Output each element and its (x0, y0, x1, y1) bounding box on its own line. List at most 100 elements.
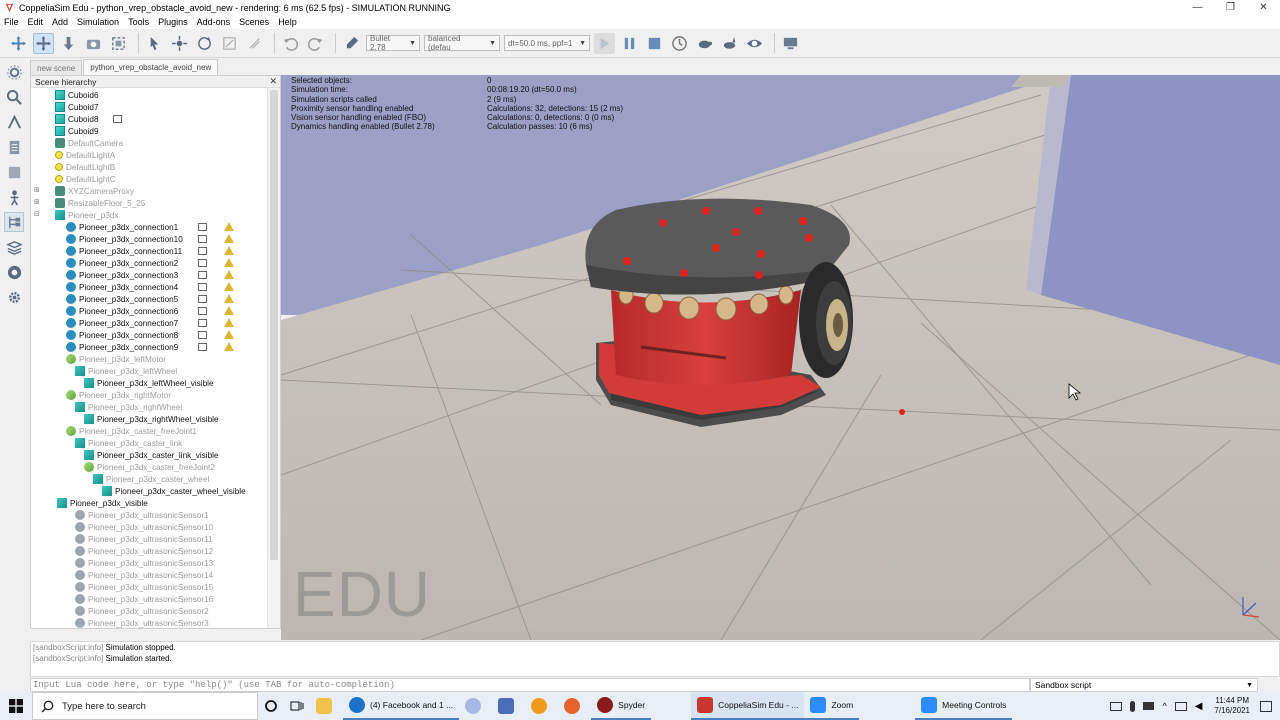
hierarchy-item[interactable]: Pioneer_p3dx_connection1 (66, 221, 178, 233)
hierarchy-item[interactable]: Pioneer_p3dx_ultrasonicSensor2 (75, 605, 209, 617)
hierarchy-item[interactable]: Pioneer_p3dx_ultrasonicSensor11 (75, 533, 213, 545)
volume-icon[interactable]: ◀ (1195, 701, 1203, 712)
hierarchy-item[interactable]: Cuboid6 (55, 89, 99, 101)
hierarchy-item[interactable]: Pioneer_p3dx_caster_link_visible (84, 449, 219, 461)
scene-hierarchy-toggle[interactable] (4, 212, 24, 232)
hierarchy-item[interactable]: Pioneer_p3dx_ultrasonicSensor10 (75, 521, 213, 533)
hierarchy-item[interactable]: Pioneer_p3dx_rightWheel (75, 401, 182, 413)
joint-button[interactable] (4, 112, 24, 132)
hierarchy-item[interactable]: XYZCameraProxy (55, 185, 134, 197)
hierarchy-item[interactable]: Pioneer_p3dx_connection3 (66, 269, 178, 281)
taskbar-zoom[interactable]: Zoom (804, 692, 860, 720)
object-shift-button[interactable] (169, 33, 190, 54)
hierarchy-item[interactable]: Pioneer_p3dx_ultrasonicSensor15 (75, 581, 213, 593)
hierarchy-item[interactable]: Pioneer_p3dx_ultrasonicSensor14 (75, 569, 213, 581)
script-icon[interactable] (198, 307, 207, 315)
assemble-button[interactable] (219, 33, 240, 54)
taskbar-app-blue[interactable] (459, 692, 492, 720)
menu-add[interactable]: Add (52, 17, 68, 27)
hierarchy-item[interactable]: DefaultLightC (55, 173, 116, 185)
hierarchy-item[interactable]: Pioneer_p3dx_caster_freeJoint2 (84, 461, 215, 473)
task-view-button[interactable] (284, 692, 310, 720)
transfer-dna-button[interactable] (244, 33, 265, 54)
menu-file[interactable]: File (4, 17, 19, 27)
taskbar-meeting-controls[interactable]: Meeting Controls (915, 692, 1013, 720)
hierarchy-item[interactable]: Cuboid8 (55, 113, 99, 125)
3d-viewport[interactable]: Selected objects: Simulation time: Simul… (281, 75, 1280, 640)
taskbar-coppeliasim[interactable]: CoppeliaSim Edu - ... (691, 692, 805, 720)
taskbar-app-orange[interactable] (525, 692, 558, 720)
model-browser-button[interactable] (4, 62, 24, 82)
hierarchy-item[interactable]: Pioneer_p3dx_leftMotor (66, 353, 166, 365)
camera-fit-button[interactable] (83, 33, 104, 54)
scene-setup-button[interactable] (780, 33, 801, 54)
settings-button[interactable] (4, 287, 24, 307)
hierarchy-item[interactable]: Pioneer_p3dx_caster_wheel (93, 473, 209, 485)
close-icon[interactable]: ✕ (269, 76, 277, 87)
speed-up-button[interactable] (719, 33, 740, 54)
expand-toggle-icon[interactable]: ⊞ (34, 186, 40, 194)
hierarchy-item[interactable]: Pioneer_p3dx_rightMotor (66, 389, 171, 401)
script-icon[interactable] (198, 259, 207, 267)
minimize-button[interactable]: — (1181, 0, 1214, 15)
hierarchy-item[interactable]: Pioneer_p3dx_connection4 (66, 281, 178, 293)
hierarchy-item[interactable]: Pioneer_p3dx_caster_link (75, 437, 182, 449)
physics-engine-select[interactable]: Bullet 2.78 ▼ (366, 34, 420, 52)
menu-tools[interactable]: Tools (128, 17, 149, 27)
zoom-button[interactable] (4, 87, 24, 107)
camera-shift-button[interactable] (58, 33, 79, 54)
menu-simulation[interactable]: Simulation (77, 17, 119, 27)
hierarchy-item[interactable]: Pioneer_p3dx_leftWheel (75, 365, 177, 377)
script-icon[interactable] (198, 235, 207, 243)
pause-simulation-button[interactable] (619, 33, 640, 54)
script-icon[interactable] (198, 319, 207, 327)
object-select-button[interactable] (144, 33, 165, 54)
accuracy-select[interactable]: balanced (defau ▼ (424, 34, 500, 52)
hierarchy-item[interactable]: Cuboid9 (55, 125, 99, 137)
notifications-icon[interactable] (1260, 700, 1272, 712)
hierarchy-item[interactable]: Pioneer_p3dx_leftWheel_visible (84, 377, 214, 389)
taskbar-edge[interactable]: (4) Facebook and 1 ... (343, 692, 460, 720)
object-properties-button[interactable] (4, 237, 24, 257)
menu-edit[interactable]: Edit (28, 17, 44, 27)
clock[interactable]: 11:44 PM 7/16/2021 (1214, 696, 1250, 716)
lua-command-input[interactable]: Input Lua code here, or type "help()" (u… (30, 678, 1030, 692)
hierarchy-item[interactable]: DefaultLightB (55, 161, 115, 173)
taskbar-calculator[interactable] (492, 692, 525, 720)
expand-toggle-icon[interactable]: ⊞ (34, 198, 40, 206)
scrollbar-thumb[interactable] (270, 90, 278, 560)
script-icon[interactable] (113, 115, 122, 123)
hierarchy-item[interactable]: Pioneer_p3dx_connection8 (66, 329, 178, 341)
expand-toggle-icon[interactable]: ⊟ (34, 210, 40, 218)
hierarchy-item[interactable]: Pioneer_p3dx_connection2 (66, 257, 178, 269)
visualization-toggle-button[interactable] (744, 33, 765, 54)
hierarchy-item[interactable]: Pioneer_p3dx_visible (57, 497, 148, 509)
hierarchy-item[interactable]: Pioneer_p3dx_ultrasonicSensor16 (75, 593, 213, 605)
taskbar-spyder[interactable]: Spyder (591, 692, 652, 720)
hierarchy-item[interactable]: Pioneer_p3dx_connection6 (66, 305, 178, 317)
calculation-modules-button[interactable] (4, 262, 24, 282)
hierarchy-item[interactable]: Pioneer_p3dx_caster_freeJoint1 (66, 425, 197, 437)
timestep-select[interactable]: dt=50.0 ms, ppf=1 ▼ (504, 35, 590, 51)
script-icon[interactable] (198, 223, 207, 231)
hierarchy-item[interactable]: ResizableFloor_5_25 (55, 197, 145, 209)
camera-rotate-button[interactable] (33, 32, 54, 54)
realtime-mode-button[interactable] (669, 33, 690, 54)
close-button[interactable]: ✕ (1247, 0, 1280, 15)
hierarchy-item[interactable]: Pioneer_p3dx_ultrasonicSensor13 (75, 557, 213, 569)
hierarchy-item[interactable]: Pioneer_p3dx_caster_wheel_visible (102, 485, 246, 497)
tab-current-scene[interactable]: python_vrep_obstacle_avoid_new (83, 59, 219, 75)
hierarchy-item[interactable]: DefaultLightA (55, 149, 115, 161)
camera-pan-button[interactable] (8, 33, 29, 54)
camera-tray-icon[interactable] (1143, 702, 1155, 710)
cortana-button[interactable] (258, 692, 284, 720)
hierarchy-item[interactable]: Pioneer_p3dx_ultrasonicSensor3 (75, 617, 209, 628)
layers-button[interactable] (4, 137, 24, 157)
object-rotate-button[interactable] (194, 33, 215, 54)
hierarchy-item[interactable]: Pioneer_p3dx_ultrasonicSensor12 (75, 545, 213, 557)
monitor-tray-icon[interactable] (1110, 701, 1123, 711)
menu-help[interactable]: Help (278, 17, 297, 27)
script-icon[interactable] (198, 295, 207, 303)
script-selector[interactable]: Sandbox script ▼ (1030, 678, 1258, 692)
microphone-icon[interactable] (1130, 700, 1136, 712)
